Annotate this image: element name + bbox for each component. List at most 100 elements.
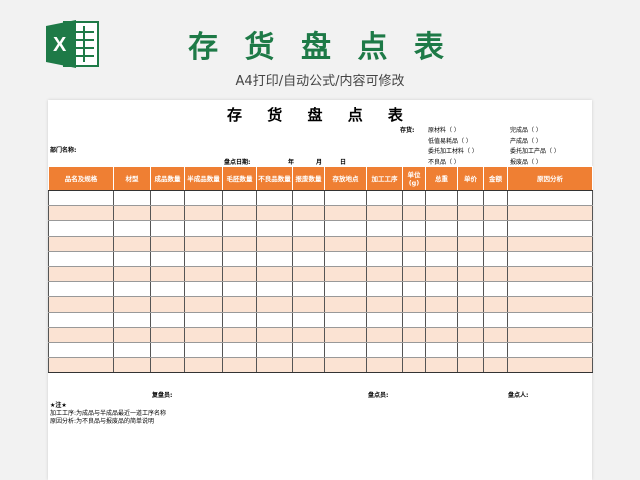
table-cell[interactable] <box>48 342 114 359</box>
table-cell[interactable] <box>425 327 458 343</box>
table-cell[interactable] <box>48 281 114 298</box>
table-cell[interactable] <box>324 190 367 207</box>
table-cell[interactable] <box>113 190 151 207</box>
table-cell[interactable] <box>507 357 593 374</box>
table-cell[interactable] <box>184 327 223 343</box>
table-cell[interactable] <box>402 357 426 374</box>
table-cell[interactable] <box>324 205 367 222</box>
table-cell[interactable] <box>402 251 426 267</box>
table-cell[interactable] <box>184 312 223 328</box>
table-cell[interactable] <box>457 281 484 298</box>
table-cell[interactable] <box>425 266 458 283</box>
table-cell[interactable] <box>324 296 367 313</box>
table-cell[interactable] <box>256 296 293 313</box>
table-cell[interactable] <box>292 266 325 283</box>
table-cell[interactable] <box>292 296 325 313</box>
table-cell[interactable] <box>507 190 593 207</box>
table-cell[interactable] <box>402 312 426 328</box>
table-cell[interactable] <box>425 357 458 374</box>
table-cell[interactable] <box>150 251 185 267</box>
table-cell[interactable] <box>366 205 403 222</box>
table-cell[interactable] <box>113 327 151 343</box>
table-cell[interactable] <box>292 342 325 359</box>
table-cell[interactable] <box>402 190 426 207</box>
table-cell[interactable] <box>222 357 257 374</box>
table-cell[interactable] <box>48 327 114 343</box>
table-cell[interactable] <box>402 266 426 283</box>
table-cell[interactable] <box>483 281 508 298</box>
table-cell[interactable] <box>457 205 484 222</box>
table-cell[interactable] <box>425 342 458 359</box>
table-cell[interactable] <box>457 312 484 328</box>
table-cell[interactable] <box>184 251 223 267</box>
table-cell[interactable] <box>425 281 458 298</box>
table-cell[interactable] <box>507 281 593 298</box>
table-cell[interactable] <box>113 342 151 359</box>
table-cell[interactable] <box>402 342 426 359</box>
table-cell[interactable] <box>184 205 223 222</box>
table-cell[interactable] <box>222 342 257 359</box>
table-cell[interactable] <box>184 266 223 283</box>
table-cell[interactable] <box>507 236 593 252</box>
table-cell[interactable] <box>292 190 325 207</box>
table-cell[interactable] <box>48 312 114 328</box>
table-cell[interactable] <box>366 357 403 374</box>
table-cell[interactable] <box>425 312 458 328</box>
table-cell[interactable] <box>184 357 223 374</box>
table-cell[interactable] <box>457 266 484 283</box>
table-cell[interactable] <box>507 296 593 313</box>
table-cell[interactable] <box>48 220 114 237</box>
table-cell[interactable] <box>256 312 293 328</box>
table-cell[interactable] <box>113 220 151 237</box>
table-cell[interactable] <box>113 266 151 283</box>
table-cell[interactable] <box>222 220 257 237</box>
table-cell[interactable] <box>483 266 508 283</box>
table-cell[interactable] <box>292 357 325 374</box>
table-cell[interactable] <box>366 251 403 267</box>
table-cell[interactable] <box>150 220 185 237</box>
table-cell[interactable] <box>256 205 293 222</box>
table-cell[interactable] <box>457 190 484 207</box>
table-cell[interactable] <box>256 342 293 359</box>
table-cell[interactable] <box>292 205 325 222</box>
table-cell[interactable] <box>222 312 257 328</box>
table-cell[interactable] <box>324 236 367 252</box>
table-cell[interactable] <box>507 251 593 267</box>
table-cell[interactable] <box>425 220 458 237</box>
table-cell[interactable] <box>425 190 458 207</box>
table-cell[interactable] <box>457 327 484 343</box>
table-cell[interactable] <box>222 205 257 222</box>
table-cell[interactable] <box>184 281 223 298</box>
table-cell[interactable] <box>222 327 257 343</box>
table-cell[interactable] <box>150 312 185 328</box>
table-cell[interactable] <box>366 296 403 313</box>
table-cell[interactable] <box>507 220 593 237</box>
table-cell[interactable] <box>256 236 293 252</box>
table-cell[interactable] <box>366 281 403 298</box>
table-cell[interactable] <box>150 190 185 207</box>
table-cell[interactable] <box>457 296 484 313</box>
table-cell[interactable] <box>425 251 458 267</box>
table-cell[interactable] <box>150 342 185 359</box>
table-cell[interactable] <box>292 281 325 298</box>
table-cell[interactable] <box>48 251 114 267</box>
table-cell[interactable] <box>324 220 367 237</box>
table-cell[interactable] <box>425 296 458 313</box>
table-cell[interactable] <box>222 236 257 252</box>
table-cell[interactable] <box>483 312 508 328</box>
table-cell[interactable] <box>483 205 508 222</box>
table-cell[interactable] <box>222 190 257 207</box>
table-cell[interactable] <box>366 220 403 237</box>
table-cell[interactable] <box>366 190 403 207</box>
table-cell[interactable] <box>324 342 367 359</box>
table-cell[interactable] <box>366 312 403 328</box>
table-cell[interactable] <box>292 312 325 328</box>
table-cell[interactable] <box>184 190 223 207</box>
table-cell[interactable] <box>483 236 508 252</box>
table-cell[interactable] <box>150 236 185 252</box>
table-cell[interactable] <box>402 220 426 237</box>
table-cell[interactable] <box>113 205 151 222</box>
table-cell[interactable] <box>324 327 367 343</box>
table-cell[interactable] <box>457 251 484 267</box>
table-cell[interactable] <box>483 251 508 267</box>
